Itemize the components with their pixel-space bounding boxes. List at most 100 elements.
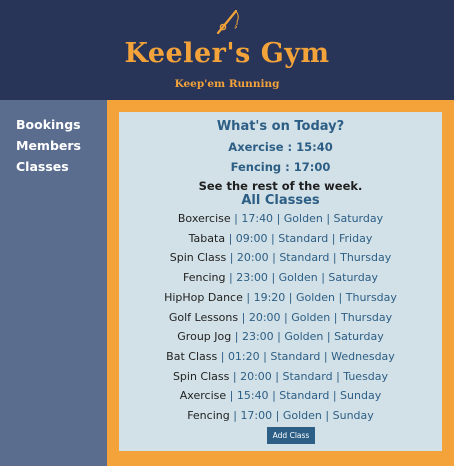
site-title: Keeler's Gym [124,38,330,69]
separator: | [332,389,337,403]
separator: | [241,310,246,324]
class-time: 20:00 [248,310,281,324]
class-level: Golden [296,290,336,304]
class-name: Golf Lessons [168,310,239,324]
separator: | [272,389,276,403]
fishing-rod-icon [216,9,239,34]
separator: | [275,369,280,383]
separator: | [326,330,331,344]
sidebar-nav: Bookings Members Classes [0,100,107,466]
table-row: HipHop Dance | 19:20 | Golden | Thursday [119,291,442,304]
table-row: Fencing | 23:00 | Golden | Saturday [119,271,442,284]
table-row: Boxercise | 17:40 | Golden | Saturday [119,212,442,225]
class-day: Thursday [340,251,392,265]
separator: | [229,271,233,285]
class-day: Tuesday [343,369,389,383]
class-day: Wednesday [331,349,395,363]
separator: | [326,212,331,225]
separator: | [229,251,234,265]
separator: | [234,330,239,344]
class-time: 23:00 [236,271,268,285]
separator: | [229,389,234,403]
class-time: 19:20 [253,290,286,304]
class-name: HipHop Dance [164,290,243,304]
today-item: Axercise : 15:40 [228,140,333,154]
class-name: Fencing [182,271,226,285]
class-level: Golden [278,271,318,285]
table-row: Spin Class | 20:00 | Standard | Tuesday [119,370,442,383]
separator: | [277,330,281,344]
table-row: Spin Class | 20:00 | Standard | Thursday [119,251,442,264]
classes-panel: What's on Today? Axercise : 15:40 Fencin… [119,112,442,451]
class-day: Thursday [345,290,397,304]
class-name: Group Jog [177,330,232,344]
separator: | [228,231,233,245]
separator: | [246,290,251,304]
sidebar-item-bookings[interactable]: Bookings [16,117,81,132]
class-level: Standard [282,369,333,383]
sidebar-item-classes[interactable]: Classes [16,159,69,174]
table-row: Axercise | 15:40 | Standard | Sunday [119,389,442,402]
class-time: 23:00 [241,330,274,344]
class-level: Golden [283,212,323,225]
class-day: Saturday [328,271,378,285]
class-day: Sunday [332,409,374,422]
class-day: Saturday [333,212,384,225]
table-row: Tabata | 09:00 | Standard | Friday [119,232,442,245]
main-content: What's on Today? Axercise : 15:40 Fencin… [107,100,454,466]
separator: | [271,231,275,245]
separator: | [325,409,330,422]
class-time: 17:00 [240,409,273,422]
class-name: Tabata [188,231,226,245]
separator: | [321,271,325,285]
separator: | [233,409,237,422]
today-item: Fencing : 17:00 [230,160,331,174]
class-name: Spin Class [172,369,230,383]
class-time: 01:20 [227,349,260,363]
class-time: 20:00 [240,369,272,383]
class-level: Standard [270,349,321,363]
separator: | [288,290,293,304]
separator: | [332,251,337,265]
table-row: Fencing | 17:00 | Golden | Sunday [119,409,442,422]
separator: | [220,349,225,363]
class-time: 09:00 [235,231,268,245]
separator: | [284,310,288,324]
class-name: Axercise [179,389,227,403]
all-classes-heading: All Classes [241,193,320,208]
site-header: Keeler's Gym Keep'em Running [0,0,454,100]
separator: | [276,212,281,225]
separator: | [234,212,238,225]
class-name: Boxercise [177,212,231,225]
separator: | [338,290,343,304]
class-name: Bat Class [166,349,218,363]
today-heading: What's on Today? [216,119,345,134]
class-level: Standard [278,231,329,245]
separator: | [271,271,276,285]
class-level: Standard [279,389,330,403]
separator: | [232,369,237,383]
class-name: Spin Class [169,251,227,265]
class-day: Saturday [334,330,384,344]
separator: | [336,369,340,383]
class-level: Golden [284,330,324,344]
class-time: 15:40 [236,389,269,403]
class-name: Fencing [187,409,230,422]
rest-of-week-link[interactable]: See the rest of the week. [119,179,442,193]
class-day: Friday [338,231,373,245]
separator: | [331,231,336,245]
separator: | [333,310,338,324]
class-level: Golden [291,310,331,324]
class-time: 20:00 [236,251,269,265]
class-time: 17:40 [241,212,274,225]
class-level: Golden [282,409,322,422]
class-day: Thursday [341,310,393,324]
add-class-button[interactable]: Add Class [267,427,315,444]
table-row: Golf Lessons | 20:00 | Golden | Thursday [119,311,442,324]
separator: | [263,349,267,363]
table-row: Bat Class | 01:20 | Standard | Wednesday [119,350,442,363]
class-level: Standard [279,251,330,265]
separator: | [272,251,276,265]
separator: | [275,409,280,422]
sidebar-item-members[interactable]: Members [16,138,81,153]
